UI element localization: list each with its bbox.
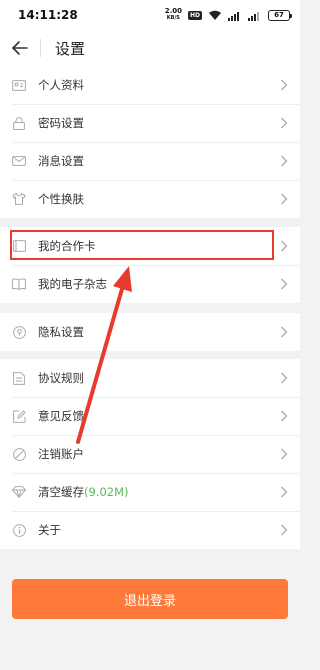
chevron-right-icon xyxy=(280,155,288,167)
settings-item-label: 我的合作卡 xyxy=(38,239,96,253)
settings-item-label: 隐私设置 xyxy=(38,325,84,339)
privacy-icon xyxy=(12,325,26,339)
edit-icon xyxy=(12,409,26,423)
settings-group-cards: 我的合作卡 我的电子杂志 xyxy=(0,227,300,303)
page-title: 设置 xyxy=(55,39,86,58)
nav-divider xyxy=(40,39,41,57)
settings-item-label: 清空缓存(9.02M) xyxy=(38,484,280,500)
settings-item-feedback[interactable]: 意见反馈 xyxy=(0,397,300,435)
wifi-icon xyxy=(208,6,222,25)
settings-item-partner-card[interactable]: 我的合作卡 xyxy=(0,227,300,265)
settings-item-clear-cache[interactable]: 清空缓存(9.02M) xyxy=(0,473,300,511)
chevron-right-icon xyxy=(280,326,288,338)
navigation-bar: 设置 xyxy=(0,30,300,66)
chevron-right-icon xyxy=(280,486,288,498)
clear-cache-label: 清空缓存 xyxy=(38,485,84,499)
chevron-right-icon xyxy=(280,448,288,460)
network-rate: 2.00 KB/S xyxy=(165,8,182,22)
settings-item-agreement[interactable]: 协议规则 xyxy=(0,359,300,397)
settings-item-privacy[interactable]: 隐私设置 xyxy=(0,313,300,351)
settings-item-delete-account[interactable]: 注销账户 xyxy=(0,435,300,473)
back-arrow-icon xyxy=(12,41,28,55)
settings-group-privacy: 隐私设置 xyxy=(0,313,300,351)
book-icon xyxy=(12,277,26,291)
settings-item-label: 关于 xyxy=(38,523,61,537)
chevron-right-icon xyxy=(280,240,288,252)
signal-icon xyxy=(228,6,242,25)
mail-icon xyxy=(12,154,26,168)
shirt-icon xyxy=(12,192,26,206)
status-time: 14:11:28 xyxy=(18,8,78,22)
settings-item-about[interactable]: 关于 xyxy=(0,511,300,549)
chevron-right-icon xyxy=(280,410,288,422)
cancel-icon xyxy=(12,447,26,461)
chevron-right-icon xyxy=(280,193,288,205)
status-bar: 14:11:28 2.00 KB/S HD 67 xyxy=(0,0,300,30)
info-icon xyxy=(12,523,26,537)
settings-group-misc: 协议规则 意见反馈 注销账户 清空缓存(9.02M) 关于 xyxy=(0,359,300,549)
chevron-right-icon xyxy=(280,117,288,129)
logout-button[interactable]: 退出登录 xyxy=(12,579,288,619)
settings-item-profile[interactable]: 个人资料 xyxy=(0,66,300,104)
settings-item-password[interactable]: 密码设置 xyxy=(0,104,300,142)
chevron-right-icon xyxy=(280,372,288,384)
settings-item-label: 我的电子杂志 xyxy=(38,277,107,291)
document-icon xyxy=(12,371,26,385)
settings-item-label: 消息设置 xyxy=(38,154,84,168)
card-icon xyxy=(12,239,26,253)
hd-icon: HD xyxy=(187,10,202,20)
settings-item-label: 密码设置 xyxy=(38,116,84,130)
settings-item-label: 注销账户 xyxy=(38,447,84,461)
settings-item-messages[interactable]: 消息设置 xyxy=(0,142,300,180)
settings-item-skin[interactable]: 个性换肤 xyxy=(0,180,300,218)
back-button[interactable] xyxy=(0,30,40,66)
battery-icon: 67 xyxy=(268,9,292,21)
network-rate-unit: KB/S xyxy=(166,15,180,21)
lock-icon xyxy=(12,116,26,130)
cache-size-value: (9.02M) xyxy=(84,485,129,499)
settings-item-label: 意见反馈 xyxy=(38,409,84,423)
id-card-icon xyxy=(12,78,26,92)
settings-item-label: 个人资料 xyxy=(38,78,84,92)
status-icons: 2.00 KB/S HD 67 xyxy=(165,6,292,25)
network-rate-value: 2.00 xyxy=(164,7,182,15)
chevron-right-icon xyxy=(280,278,288,290)
settings-item-label: 个性换肤 xyxy=(38,192,84,206)
chevron-right-icon xyxy=(280,79,288,91)
settings-item-label: 协议规则 xyxy=(38,371,84,385)
signal-icon-2 xyxy=(248,6,262,25)
settings-group-account: 个人资料 密码设置 消息设置 个性换肤 xyxy=(0,66,300,218)
chevron-right-icon xyxy=(280,524,288,536)
settings-item-emagazine[interactable]: 我的电子杂志 xyxy=(0,265,300,303)
clear-cache-icon xyxy=(12,485,26,499)
